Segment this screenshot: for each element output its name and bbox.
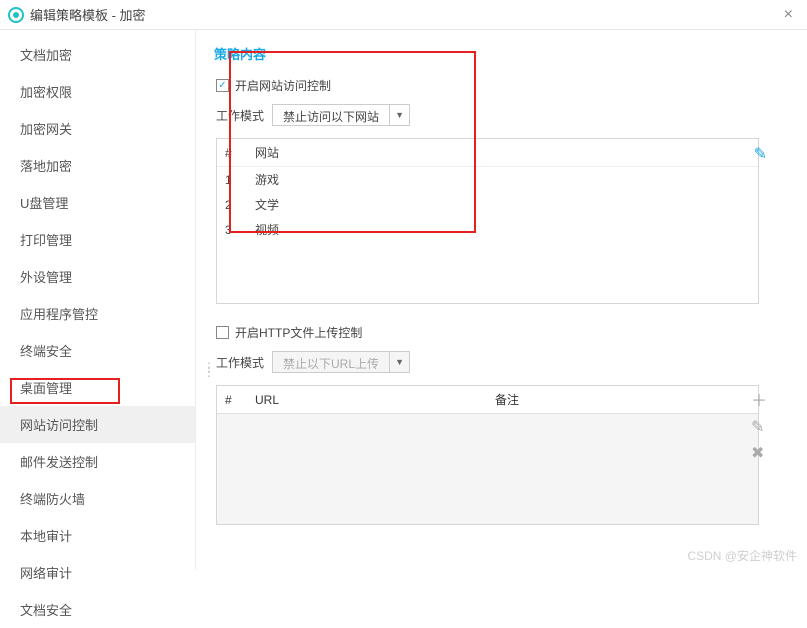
web-mode-label: 工作模式 <box>216 107 264 124</box>
section-title: 策略内容 <box>210 40 787 73</box>
chevron-down-icon[interactable]: ▼ <box>389 105 409 125</box>
sidebar-item-label: 文档安全 <box>20 603 72 618</box>
sidebar-item-web-access[interactable]: 网站访问控制 <box>0 406 195 443</box>
titlebar: 编辑策略模板 - 加密 × <box>0 0 807 30</box>
sidebar: 文档加密 加密权限 加密网关 落地加密 U盘管理 打印管理 外设管理 应用程序管… <box>0 30 196 570</box>
sidebar-item-doc-encrypt[interactable]: 文档加密 <box>0 36 195 73</box>
sidebar-item-network-audit[interactable]: 网络审计 <box>0 554 195 591</box>
window-title: 编辑策略模板 - 加密 <box>30 5 146 24</box>
col-index: # <box>217 139 247 167</box>
add-icon[interactable]: ＋ <box>751 387 767 411</box>
sidebar-item-label: 应用程序管控 <box>20 307 98 322</box>
sidebar-item-app-control[interactable]: 应用程序管控 <box>0 295 195 332</box>
content-panel: 策略内容 开启网站访问控制 工作模式 禁止访问以下网站 ▼ # 网站 1游戏 <box>196 30 807 570</box>
sidebar-item-label: 加密权限 <box>20 85 72 100</box>
chevron-down-icon: ▼ <box>389 352 409 372</box>
delete-icon[interactable]: ✖ <box>751 443 767 463</box>
sidebar-item-doc-security[interactable]: 文档安全 <box>0 591 195 628</box>
http-mode-label: 工作模式 <box>216 354 264 371</box>
sidebar-item-label: 打印管理 <box>20 233 72 248</box>
sidebar-item-label: 本地审计 <box>20 529 72 544</box>
table-row[interactable]: 3视频 <box>217 217 758 242</box>
col-url: URL <box>247 386 487 414</box>
col-note: 备注 <box>487 386 758 414</box>
website-table: # 网站 1游戏 2文学 3视频 <box>216 138 759 304</box>
sidebar-item-label: 邮件发送控制 <box>20 455 98 470</box>
sidebar-item-encrypt-perm[interactable]: 加密权限 <box>0 73 195 110</box>
web-access-checkbox[interactable] <box>216 79 229 92</box>
web-access-checkbox-label: 开启网站访问控制 <box>235 77 331 94</box>
web-access-checkbox-row[interactable]: 开启网站访问控制 <box>210 73 787 98</box>
sidebar-item-print[interactable]: 打印管理 <box>0 221 195 258</box>
sidebar-item-landing-encrypt[interactable]: 落地加密 <box>0 147 195 184</box>
http-mode-row: 工作模式 禁止以下URL上传 ▼ <box>210 345 787 379</box>
col-site: 网站 <box>247 139 758 167</box>
sidebar-item-endpoint-security[interactable]: 终端安全 <box>0 332 195 369</box>
sidebar-item-label: 外设管理 <box>20 270 72 285</box>
web-mode-value: 禁止访问以下网站 <box>273 105 389 125</box>
http-upload-checkbox-label: 开启HTTP文件上传控制 <box>235 324 362 341</box>
col-index: # <box>217 386 247 414</box>
sidebar-item-label: 文档加密 <box>20 48 72 63</box>
sidebar-item-label: 网络审计 <box>20 566 72 581</box>
app-icon <box>8 7 24 23</box>
table-row[interactable]: 2文学 <box>217 192 758 217</box>
sidebar-item-usb[interactable]: U盘管理 <box>0 184 195 221</box>
sidebar-item-label: 落地加密 <box>20 159 72 174</box>
http-upload-checkbox[interactable] <box>216 326 229 339</box>
drag-handle-icon[interactable]: ⋮⋮ <box>203 365 213 375</box>
sidebar-item-desktop[interactable]: 桌面管理 <box>0 369 195 406</box>
http-upload-checkbox-row[interactable]: 开启HTTP文件上传控制 <box>210 320 787 345</box>
sidebar-item-peripheral[interactable]: 外设管理 <box>0 258 195 295</box>
sidebar-item-label: 加密网关 <box>20 122 72 137</box>
sidebar-item-label: 终端安全 <box>20 344 72 359</box>
http-mode-value: 禁止以下URL上传 <box>273 352 389 372</box>
sidebar-item-encrypt-gateway[interactable]: 加密网关 <box>0 110 195 147</box>
sidebar-item-label: 桌面管理 <box>20 381 72 396</box>
sidebar-item-firewall[interactable]: 终端防火墙 <box>0 480 195 517</box>
sidebar-item-label: 终端防火墙 <box>20 492 85 507</box>
sidebar-item-label: 网站访问控制 <box>20 418 98 433</box>
table-row[interactable]: 1游戏 <box>217 167 758 193</box>
http-mode-select: 禁止以下URL上传 ▼ <box>272 351 410 373</box>
close-button[interactable]: × <box>778 6 799 24</box>
web-mode-select[interactable]: 禁止访问以下网站 ▼ <box>272 104 410 126</box>
edit-icon[interactable]: ✎ <box>751 417 767 437</box>
web-mode-row: 工作模式 禁止访问以下网站 ▼ <box>210 98 787 132</box>
edit-icon[interactable]: ✎ <box>754 144 767 164</box>
sidebar-item-local-audit[interactable]: 本地审计 <box>0 517 195 554</box>
sidebar-item-mail[interactable]: 邮件发送控制 <box>0 443 195 480</box>
url-table: # URL 备注 <box>216 385 759 525</box>
sidebar-item-label: U盘管理 <box>20 196 68 211</box>
